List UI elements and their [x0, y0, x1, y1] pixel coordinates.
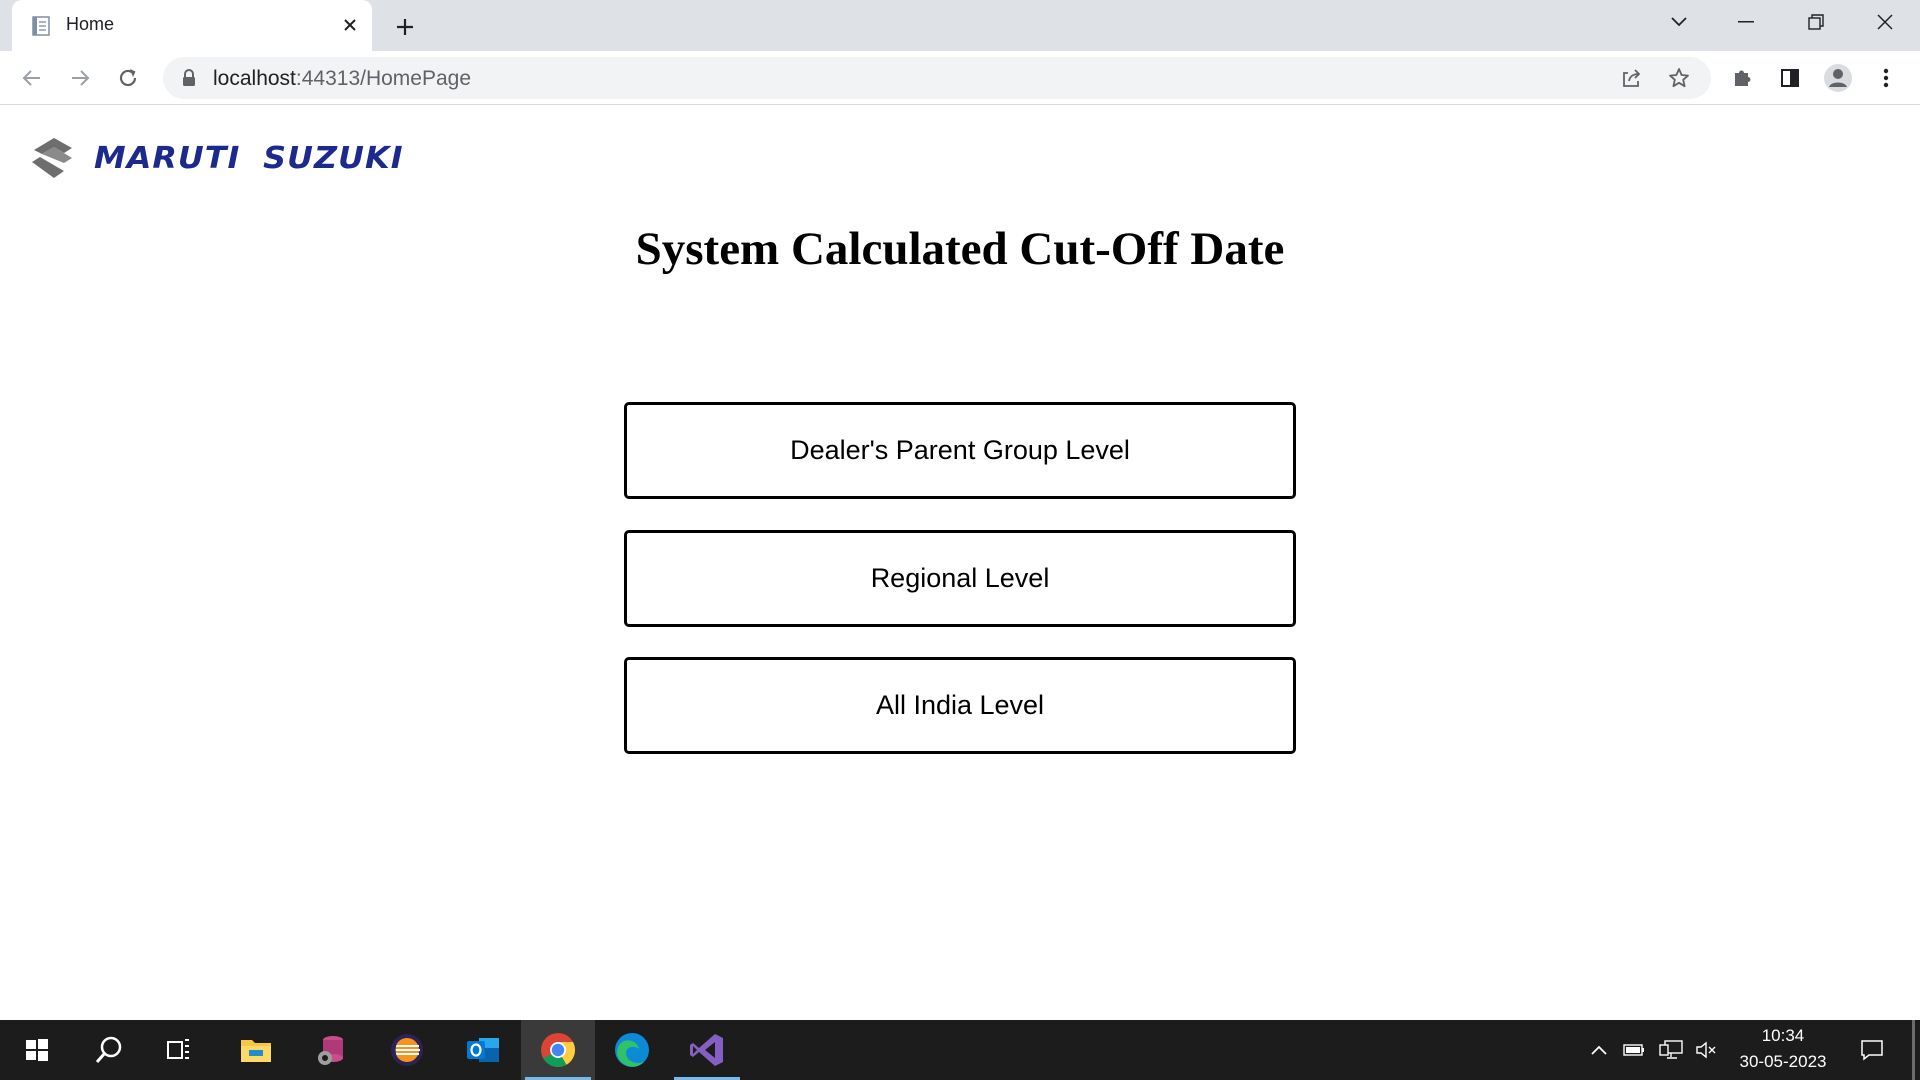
all-india-level-button[interactable]: All India Level	[624, 657, 1296, 754]
maruti-suzuki-logo[interactable]: MARUTI SUZUKI	[28, 136, 403, 180]
page-title: System Calculated Cut-Off Date	[635, 223, 1285, 275]
network-icon[interactable]	[1656, 1020, 1686, 1080]
tab-close-icon[interactable]	[336, 11, 364, 39]
windows-start-icon[interactable]	[0, 1020, 74, 1080]
outlook-icon[interactable]	[446, 1020, 520, 1080]
browser-tab-home[interactable]: Home	[12, 0, 372, 51]
minimize-icon[interactable]	[1712, 0, 1780, 44]
battery-icon[interactable]	[1620, 1020, 1648, 1080]
eclipse-icon[interactable]	[370, 1020, 444, 1080]
brand-name: MARUTI SUZUKI	[94, 140, 404, 176]
edge-icon[interactable]	[595, 1020, 669, 1080]
search-icon[interactable]	[72, 1020, 146, 1080]
file-explorer-icon[interactable]	[219, 1020, 293, 1080]
regional-level-button[interactable]: Regional Level	[624, 530, 1296, 627]
browser-tabstrip: Home	[0, 0, 1920, 51]
extensions-puzzle-icon[interactable]	[1724, 60, 1760, 96]
browser-menu-kebab-icon[interactable]	[1868, 60, 1904, 96]
lock-icon[interactable]	[181, 69, 197, 87]
new-tab-button[interactable]	[388, 10, 422, 44]
show-desktop-button[interactable]	[1912, 1020, 1915, 1080]
side-panel-icon[interactable]	[1772, 60, 1808, 96]
action-center-notification-icon[interactable]	[1852, 1020, 1892, 1080]
close-window-icon[interactable]	[1851, 0, 1919, 44]
taskbar-clock[interactable]: 10:34 30-05-2023	[1722, 1020, 1844, 1080]
back-arrow-icon[interactable]	[14, 60, 50, 96]
tab-title: Home	[66, 14, 115, 34]
dealers-parent-group-level-button[interactable]: Dealer's Parent Group Level	[624, 402, 1296, 499]
reload-icon[interactable]	[110, 60, 146, 96]
suzuki-s-logo-icon	[32, 138, 72, 178]
windows-taskbar: 10:34 30-05-2023	[0, 1020, 1920, 1080]
restore-icon[interactable]	[1782, 0, 1850, 44]
clock-date: 30-05-2023	[1739, 1052, 1827, 1071]
profile-avatar-icon[interactable]	[1820, 60, 1856, 96]
browser-toolbar: localhost:44313/HomePage	[0, 51, 1920, 105]
clock-time: 10:34	[1761, 1026, 1805, 1045]
task-view-icon[interactable]	[143, 1020, 217, 1080]
chrome-icon[interactable]	[521, 1020, 595, 1080]
database-tool-icon[interactable]	[294, 1020, 368, 1080]
page-content: MARUTI SUZUKI System Calculated Cut-Off …	[0, 106, 1920, 1020]
url-text[interactable]: localhost:44313/HomePage	[213, 67, 471, 91]
visual-studio-icon[interactable]	[670, 1020, 744, 1080]
page-favicon-icon	[32, 16, 50, 36]
share-icon[interactable]	[1615, 62, 1647, 94]
tab-search-chevron-down-icon[interactable]	[1645, 0, 1713, 44]
volume-muted-icon[interactable]	[1692, 1020, 1720, 1080]
show-hidden-icons-chevron-up-icon[interactable]	[1586, 1020, 1612, 1080]
address-bar[interactable]: localhost:44313/HomePage	[163, 57, 1711, 99]
forward-arrow-icon[interactable]	[62, 60, 98, 96]
bookmark-star-icon[interactable]	[1663, 62, 1695, 94]
